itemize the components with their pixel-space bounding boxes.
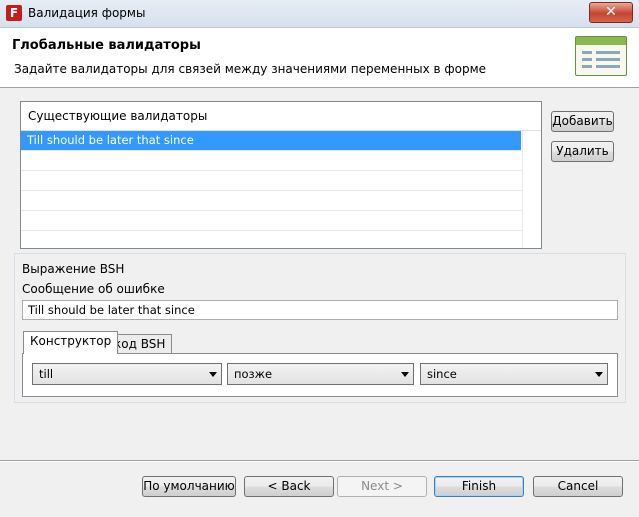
form-grid-icon — [575, 36, 627, 76]
close-icon: ✕ — [605, 4, 617, 20]
operator-select[interactable]: позже — [227, 363, 414, 385]
list-item-empty[interactable] — [21, 151, 541, 171]
chevron-down-icon — [595, 372, 603, 377]
header-banner: Глобальные валидаторы Задайте валидаторы… — [0, 28, 639, 88]
remove-button[interactable]: Удалить — [551, 141, 614, 162]
chevron-down-icon — [209, 372, 217, 377]
list-item[interactable]: Till should be later that since — [21, 131, 521, 151]
page-subtitle: Задайте валидаторы для связей между знач… — [14, 62, 487, 76]
error-message-input[interactable]: Till should be later that since — [22, 300, 618, 320]
dialog-window: F Валидация формы ✕ Глобальные валидатор… — [0, 0, 639, 517]
left-operand-select[interactable]: till — [32, 363, 222, 385]
tab-constructor[interactable]: Конструктор — [23, 331, 119, 354]
constructor-panel: till позже since — [22, 353, 618, 397]
page-title: Глобальные валидаторы — [12, 38, 201, 53]
back-button[interactable]: < Back — [244, 476, 334, 497]
footer-divider — [0, 460, 639, 462]
defaults-button[interactable]: По умолчанию — [142, 476, 236, 497]
window-title: Валидация формы — [28, 6, 146, 20]
bsh-expression-label: Выражение BSH — [22, 262, 125, 276]
operator-value: позже — [234, 367, 273, 381]
list-item-empty[interactable] — [21, 171, 541, 191]
list-item-empty[interactable] — [21, 191, 541, 211]
error-message-label: Сообщение об ошибке — [22, 282, 165, 296]
next-button[interactable]: Next > — [337, 476, 427, 497]
app-icon: F — [6, 5, 22, 21]
title-bar[interactable]: F Валидация формы ✕ — [0, 0, 639, 28]
validators-list[interactable]: Существующие валидаторы Till should be l… — [20, 101, 542, 249]
cancel-button[interactable]: Cancel — [533, 476, 623, 497]
add-button[interactable]: Добавить — [551, 111, 614, 132]
close-button[interactable]: ✕ — [589, 2, 633, 23]
chevron-down-icon — [401, 372, 409, 377]
list-item-empty[interactable] — [21, 211, 541, 231]
list-item-empty[interactable] — [21, 231, 541, 248]
right-operand-select[interactable]: since — [420, 363, 608, 385]
left-operand-value: till — [39, 367, 54, 381]
right-operand-value: since — [427, 367, 457, 381]
finish-button[interactable]: Finish — [434, 476, 524, 497]
list-scroll-column — [522, 131, 541, 248]
validators-list-header: Существующие валидаторы — [21, 102, 541, 131]
